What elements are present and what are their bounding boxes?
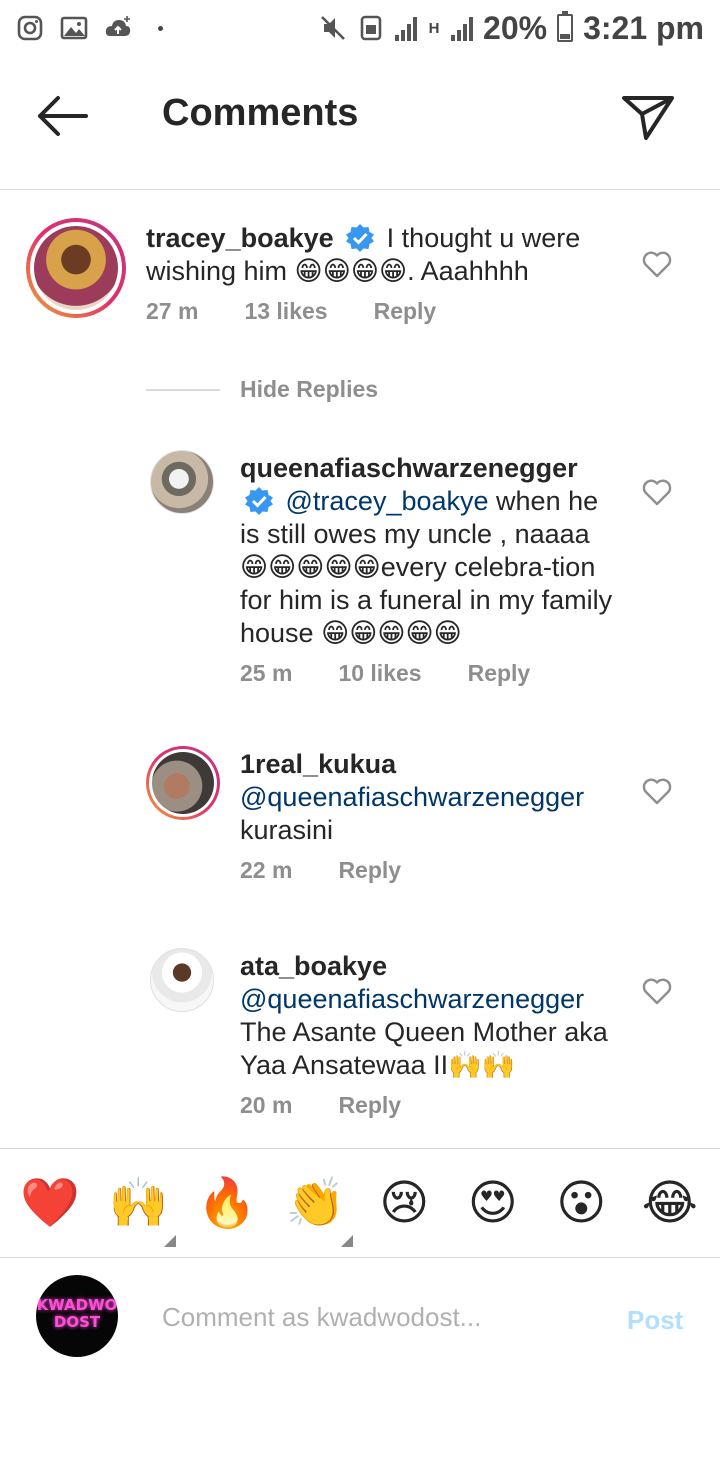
send-icon[interactable] (620, 92, 676, 142)
emoji-cry-button[interactable]: 😢 (365, 1173, 443, 1233)
mention-link[interactable]: @tracey_boakye (286, 486, 489, 516)
comment-text: ata_boakye @queenafiaschwarzenegger The … (240, 950, 620, 1082)
divider (146, 388, 220, 391)
gallery-icon (60, 16, 88, 40)
emoji-heart-eyes-button[interactable]: 😍 (454, 1173, 532, 1233)
comment-likes[interactable]: 13 likes (244, 298, 327, 325)
avatar[interactable] (150, 948, 214, 1012)
emoji-raised-hands-button[interactable]: 🙌 (100, 1173, 178, 1247)
reply-button[interactable]: Reply (374, 298, 437, 325)
comment-input[interactable] (162, 1295, 602, 1339)
avatar-logo-text: KWADWO DOST (36, 1297, 118, 1331)
status-bar: H 20% 3:21 pm (0, 0, 720, 56)
skin-tone-indicator (340, 1235, 353, 1247)
emoji-fire-button[interactable]: 🔥 (188, 1173, 266, 1233)
heart-icon[interactable] (642, 478, 672, 506)
notification-dot (158, 25, 163, 31)
skin-tone-indicator (163, 1235, 176, 1247)
mention-link[interactable]: @queenafiaschwarzenegger (240, 983, 620, 1016)
reply-button[interactable]: Reply (338, 1092, 401, 1119)
emoji-raised-hands-glyph: 🙌 (108, 1175, 169, 1231)
reply-button[interactable]: Reply (468, 660, 531, 687)
verified-badge-icon (245, 487, 273, 515)
emoji-surprised-button[interactable]: 😮 (542, 1173, 620, 1233)
comment-username[interactable]: queenafiaschwarzenegger (240, 453, 578, 483)
comment-meta: 22 m Reply (240, 857, 620, 884)
verified-badge-icon (346, 224, 375, 252)
reply-button[interactable]: Reply (338, 857, 401, 884)
cloud-upload-icon (105, 16, 131, 36)
comment-username[interactable]: ata_boakye (240, 950, 620, 983)
comment-meta: 20 m Reply (240, 1092, 620, 1119)
avatar-logo-line-1: KWADWO (36, 1296, 118, 1314)
comment-meta: 27 m 13 likes Reply (146, 298, 636, 325)
comment-text: queenafiaschwarzenegger @tracey_boakye w… (240, 452, 620, 650)
avatar (152, 752, 214, 814)
reply: ata_boakye @queenafiaschwarzenegger The … (150, 948, 630, 1119)
comment-likes[interactable]: 10 likes (338, 660, 421, 687)
hide-replies-toggle[interactable]: Hide Replies (146, 376, 378, 403)
comment-time: 27 m (146, 298, 199, 324)
avatar-story-ring[interactable] (26, 218, 126, 318)
reply: 1real_kukua @queenafiaschwarzenegger kur… (146, 746, 626, 884)
avatar-story-ring[interactable] (146, 746, 220, 820)
reply: queenafiaschwarzenegger @tracey_boakye w… (150, 450, 630, 687)
arrow-left-icon[interactable] (34, 94, 90, 138)
avatar-logo-line-2: DOST (53, 1313, 101, 1331)
avatar (34, 226, 118, 310)
comment-message: kurasini (240, 815, 334, 845)
comment-time: 25 m (240, 660, 293, 686)
comment-text: 1real_kukua @queenafiaschwarzenegger kur… (240, 748, 620, 847)
comment-username[interactable]: tracey_boakye (146, 223, 334, 253)
my-avatar: KWADWO DOST (36, 1275, 118, 1357)
emoji-heart-button[interactable]: ❤️ (11, 1173, 89, 1233)
battery-icon (557, 11, 574, 42)
comment-meta: 25 m 10 likes Reply (240, 660, 620, 687)
page-title: Comments (162, 92, 359, 134)
comment-username[interactable]: 1real_kukua (240, 748, 620, 781)
signal-icon-2 (451, 15, 474, 41)
heart-icon[interactable] (642, 250, 672, 278)
nfc-icon (360, 15, 382, 41)
mute-icon (321, 16, 345, 40)
mention-link[interactable]: @queenafiaschwarzenegger (240, 781, 620, 814)
comment-composer: KWADWO DOST Post (0, 1259, 720, 1369)
comment-text: tracey_boakye I thought u were wishing h… (146, 222, 636, 288)
instagram-icon (17, 15, 43, 41)
emoji-clap-button[interactable]: 👏 (277, 1173, 355, 1247)
emoji-laugh-cry-button[interactable]: 😂 (631, 1173, 709, 1233)
post-button[interactable]: Post (627, 1305, 683, 1336)
hide-replies-label: Hide Replies (240, 376, 379, 402)
heart-icon[interactable] (642, 777, 672, 805)
comment: tracey_boakye I thought u were wishing h… (26, 218, 646, 325)
header: Comments (0, 56, 720, 190)
avatar[interactable] (150, 450, 214, 514)
network-type: H (428, 19, 440, 37)
battery-percent: 20% (483, 9, 548, 46)
emoji-clap-glyph: 👏 (285, 1175, 346, 1231)
clock: 3:21 pm (583, 9, 704, 46)
emoji-quick-bar: ❤️ 🙌 🔥 👏 😢 😍 😮 😂 (0, 1148, 720, 1258)
comment-time: 20 m (240, 1092, 293, 1118)
comment-time: 22 m (240, 857, 293, 883)
signal-icon (395, 15, 418, 41)
heart-icon[interactable] (642, 977, 672, 1005)
comment-message: The Asante Queen Mother aka Yaa Ansatewa… (240, 1017, 608, 1080)
